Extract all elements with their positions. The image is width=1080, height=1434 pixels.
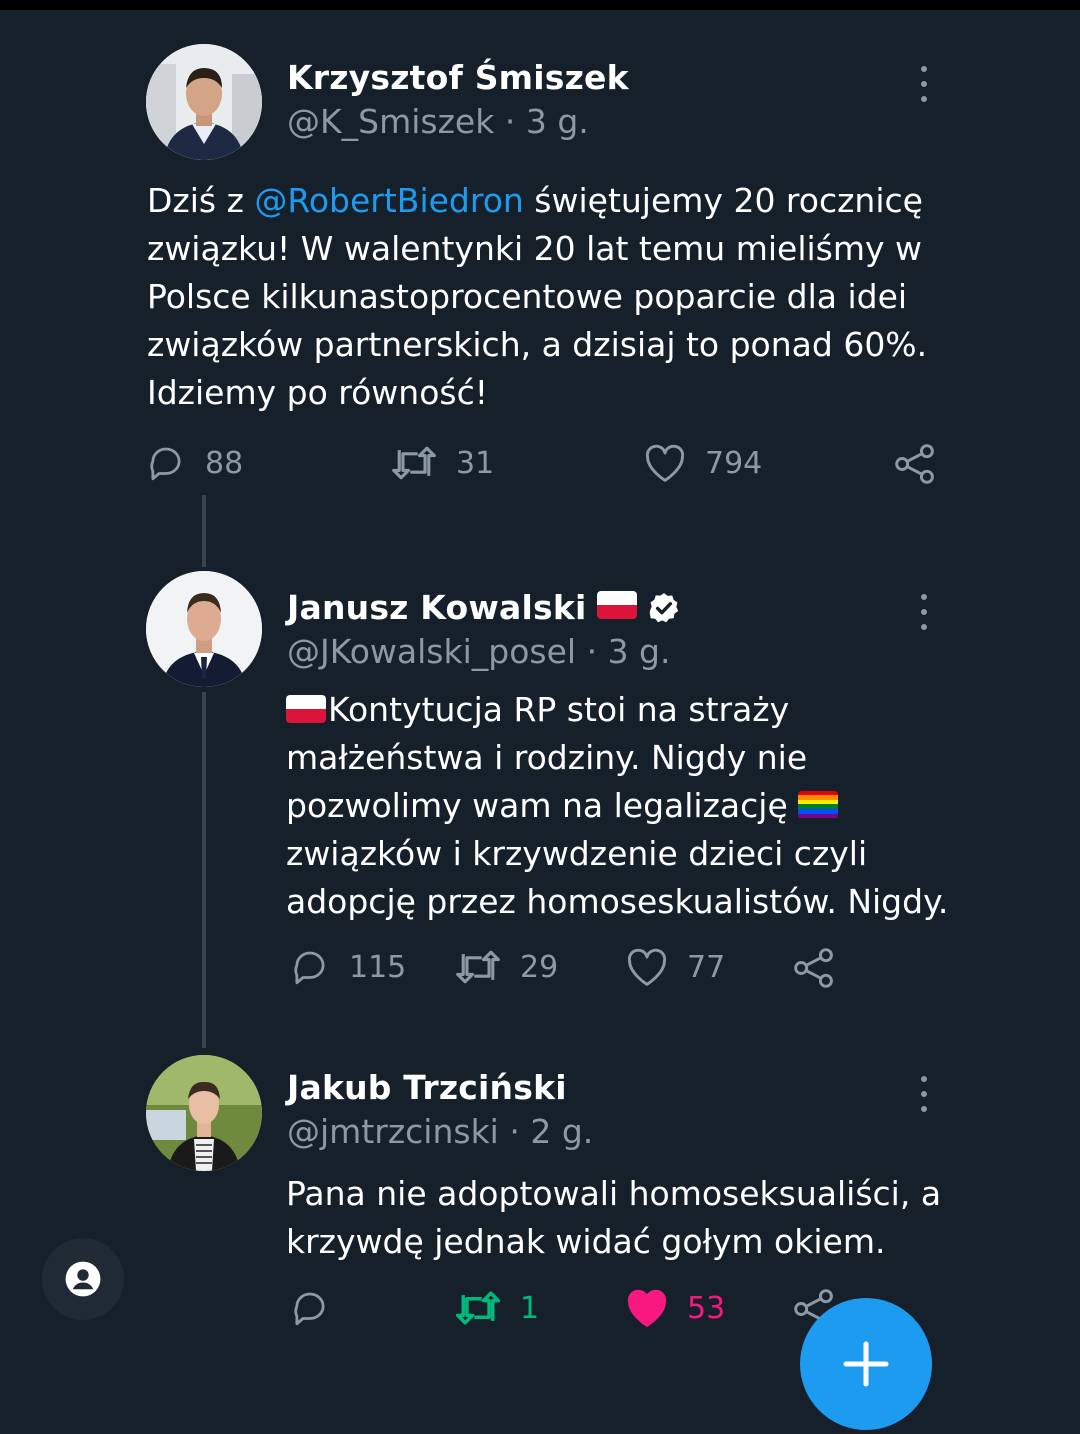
share-icon — [895, 444, 934, 484]
plus-icon — [843, 1341, 889, 1387]
timestamp[interactable]: 3 g. — [608, 632, 671, 671]
share-button[interactable] — [893, 442, 937, 486]
retweet-button[interactable]: 29 — [454, 946, 558, 988]
share-button[interactable] — [792, 946, 836, 990]
status-bar — [0, 0, 1080, 10]
author-name[interactable]: Krzysztof Śmiszek — [287, 58, 629, 97]
profile-button[interactable] — [42, 1238, 124, 1320]
tweet-text: Kontytucja RP stoi na straży małżeństwa … — [286, 690, 949, 921]
tweet-actions: 1 53 — [289, 1287, 849, 1337]
mention-link[interactable]: @RobertBiedron — [254, 181, 523, 220]
poland-flag-icon — [596, 590, 637, 619]
share-icon — [794, 948, 833, 988]
like-count: 77 — [687, 949, 726, 985]
verified-icon — [649, 592, 678, 622]
profile-icon — [65, 1261, 101, 1297]
thread-line — [202, 495, 206, 567]
like-count: 794 — [705, 445, 763, 481]
author-handle[interactable]: @JKowalski_posel — [287, 632, 576, 671]
tweet-actions: 115 29 77 — [289, 946, 849, 996]
avatar[interactable] — [146, 1055, 262, 1171]
separator: · — [576, 632, 608, 671]
like-button[interactable]: 794 — [643, 442, 762, 484]
avatar[interactable] — [146, 571, 262, 687]
reply-button[interactable] — [289, 1287, 349, 1329]
retweet-icon — [455, 1291, 501, 1325]
author-name[interactable]: Jakub Trzciński — [287, 1068, 567, 1107]
poland-flag-icon — [286, 694, 326, 723]
reply-count: 115 — [349, 949, 407, 985]
more-icon[interactable] — [914, 66, 934, 102]
like-button[interactable]: 77 — [625, 946, 725, 988]
retweet-count: 29 — [520, 949, 559, 985]
retweet-icon — [392, 446, 436, 480]
thread-line — [202, 692, 206, 1048]
like-icon — [627, 1289, 667, 1327]
tweet-text: Dziś z @RobertBiedron świętujemy 20 rocz… — [147, 181, 928, 412]
retweet-button[interactable]: 1 — [454, 1287, 539, 1329]
retweet-icon — [456, 950, 500, 984]
separator: · — [498, 1112, 531, 1151]
reply-button[interactable]: 88 — [145, 442, 243, 484]
author-handle[interactable]: @K_Smiszek — [287, 102, 494, 141]
tweet-text: Pana nie adoptowali homoseksualiści, a k… — [286, 1174, 942, 1261]
reply-count: 88 — [205, 445, 244, 481]
reply-button[interactable]: 115 — [289, 946, 406, 988]
timestamp[interactable]: 3 g. — [526, 102, 589, 141]
avatar[interactable] — [146, 44, 262, 160]
more-icon[interactable] — [914, 1076, 934, 1112]
more-icon[interactable] — [914, 594, 934, 630]
separator: · — [494, 102, 526, 141]
reply-icon — [294, 951, 325, 985]
compose-button[interactable] — [800, 1298, 932, 1430]
like-button[interactable]: 53 — [625, 1287, 725, 1329]
reply-icon — [294, 1292, 325, 1326]
author-handle[interactable]: @jmtrzcinski — [287, 1112, 499, 1151]
rainbow-flag-icon — [797, 790, 838, 819]
retweet-button[interactable]: 31 — [390, 442, 494, 484]
like-icon — [645, 444, 685, 482]
retweet-count: 31 — [456, 445, 495, 481]
retweet-count: 1 — [520, 1290, 540, 1326]
like-icon — [627, 948, 667, 986]
like-count: 53 — [687, 1290, 726, 1326]
author-name[interactable]: Janusz Kowalski — [287, 588, 587, 627]
timestamp[interactable]: 2 g. — [530, 1112, 593, 1151]
reply-icon — [150, 447, 181, 481]
tweet-actions: 88 31 794 — [145, 442, 945, 492]
